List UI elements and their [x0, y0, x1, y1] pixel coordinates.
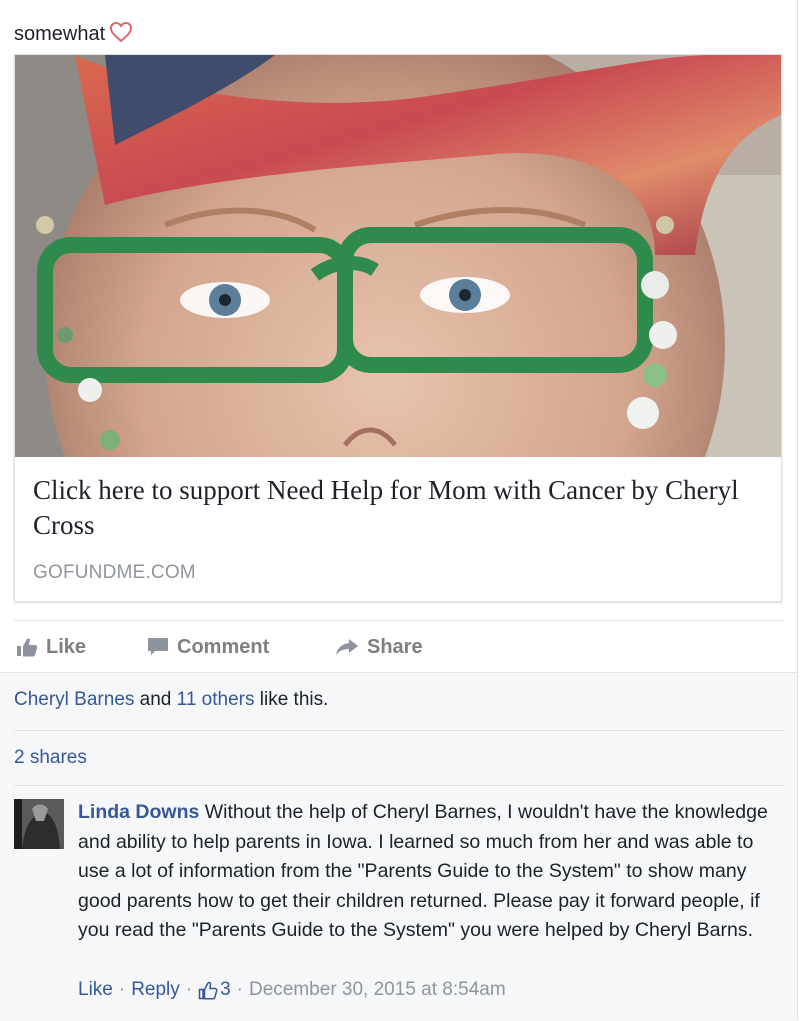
comment-author-link[interactable]: Linda Downs — [78, 801, 199, 823]
comment-meta: Like · Reply · 3 · December 30, 2015 at … — [78, 979, 506, 1001]
post-text-line: somewhat — [14, 21, 133, 45]
shares-link[interactable]: 2 shares — [14, 747, 87, 768]
column-border — [797, 0, 798, 1020]
comment-body: Linda Downs Without the help of Cheryl B… — [78, 798, 768, 946]
like-label: Like — [46, 635, 87, 658]
share-arrow-icon — [336, 639, 358, 655]
heart-icon — [110, 21, 133, 43]
link-preview-image[interactable] — [15, 55, 781, 457]
comment-reply-link[interactable]: Reply — [131, 979, 180, 1001]
avatar-image — [14, 799, 64, 849]
post-action-bar: Like Comment Share — [14, 620, 784, 673]
feedback-section: Cheryl Barnes and 11 others like this. 2… — [0, 672, 797, 1021]
liker-link[interactable]: Cheryl Barnes — [14, 689, 134, 710]
shares-summary: 2 shares — [14, 747, 87, 769]
comment-like-count[interactable]: 3 — [220, 979, 231, 1001]
comment-label: Comment — [177, 635, 270, 658]
comment-like-link[interactable]: Like — [78, 979, 113, 1001]
divider — [14, 785, 784, 786]
post-text-line-clipped — [14, 0, 784, 18]
comment-bubble-icon — [148, 638, 168, 655]
divider — [14, 730, 784, 731]
avatar[interactable] — [14, 799, 64, 849]
post-text: somewhat — [14, 0, 784, 50]
separator-dot: · — [185, 979, 193, 1000]
link-domain: GOFUNDME.COM — [33, 562, 196, 583]
like-button[interactable]: Like — [16, 633, 86, 661]
link-title[interactable]: Click here to support Need Help for Mom … — [33, 473, 763, 543]
separator-dot: · — [118, 979, 126, 1000]
thumbs-up-outline-icon — [198, 981, 218, 999]
others-link[interactable]: 11 others — [177, 689, 255, 710]
comment-timestamp[interactable]: December 30, 2015 at 8:54am — [249, 979, 506, 1001]
link-preview-card[interactable]: Click here to support Need Help for Mom … — [14, 54, 782, 602]
portrait-photo — [15, 55, 781, 457]
thumbs-up-icon — [17, 638, 38, 657]
separator-dot: · — [236, 979, 243, 1000]
comment-button[interactable]: Comment — [147, 633, 269, 661]
share-button[interactable]: Share — [335, 633, 423, 661]
share-label: Share — [367, 635, 423, 658]
likes-summary: Cheryl Barnes and 11 others like this. — [14, 689, 329, 710]
